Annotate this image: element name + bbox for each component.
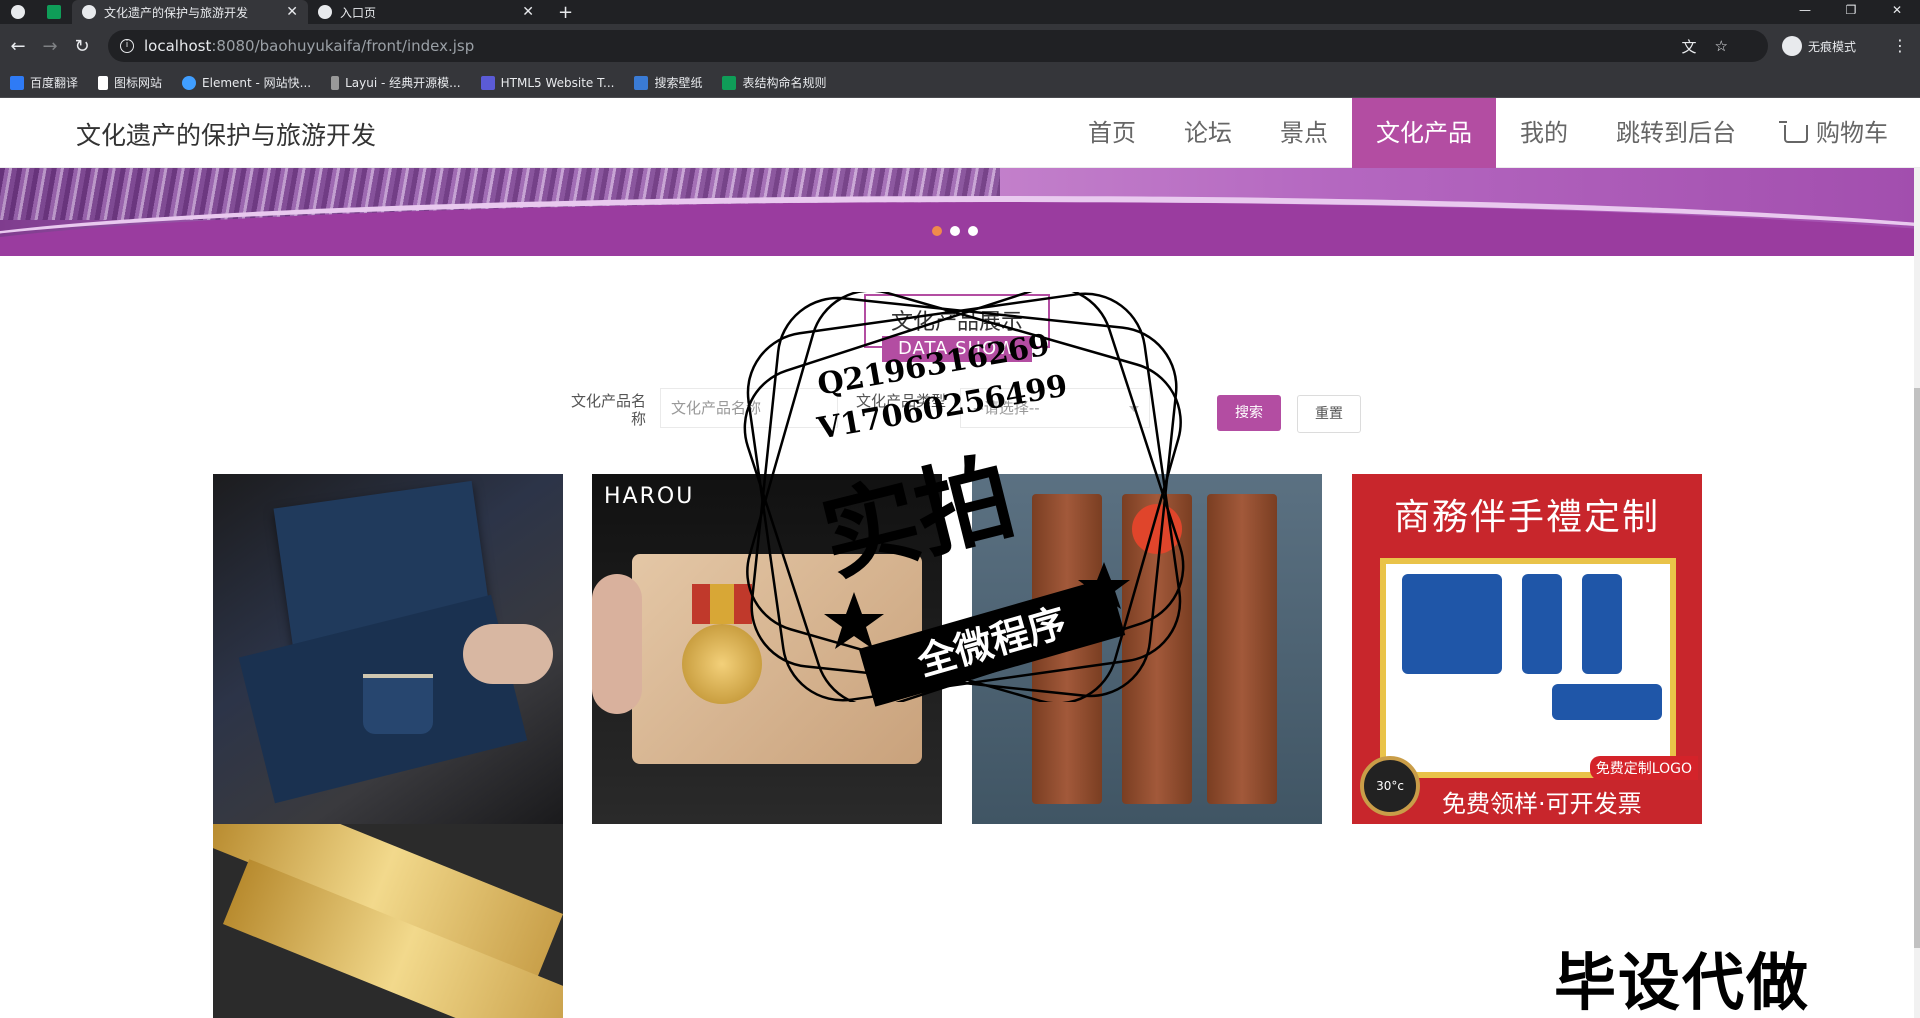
reload-icon[interactable]: ↻ bbox=[66, 36, 98, 57]
carousel-indicators bbox=[932, 226, 978, 236]
sheets-icon bbox=[722, 75, 737, 90]
free-logo-badge: 免费定制LOGO bbox=[1589, 756, 1698, 780]
bookmark-item[interactable]: Element - 网站快... bbox=[182, 74, 311, 91]
bookmark-item[interactable]: HTML5 Website T... bbox=[480, 75, 614, 90]
url-host: localhost bbox=[144, 37, 212, 55]
new-tab-button[interactable]: + bbox=[558, 2, 573, 23]
watermark-corner-text: 毕设代做 bbox=[1554, 946, 1811, 1018]
restore-button[interactable]: ❐ bbox=[1828, 0, 1874, 24]
incognito-icon bbox=[1782, 36, 1802, 56]
product-card-tea-set[interactable] bbox=[213, 474, 563, 824]
globe-icon bbox=[318, 5, 332, 19]
product-name-label: 文化产品名称 bbox=[570, 392, 646, 428]
element-logo-icon bbox=[182, 75, 197, 90]
nav-forum[interactable]: 论坛 bbox=[1160, 98, 1256, 168]
layui-logo-icon bbox=[331, 75, 340, 90]
bookmark-favicon-icon bbox=[10, 75, 24, 90]
url-path: :8080/baohuyukaifa/front/index.jsp bbox=[211, 37, 475, 55]
nav-admin[interactable]: 跳转到后台 bbox=[1592, 98, 1760, 168]
close-tab-icon[interactable]: ✕ bbox=[522, 4, 534, 20]
close-window-button[interactable]: ✕ bbox=[1874, 0, 1920, 24]
hand-image bbox=[463, 624, 553, 684]
nav-cart[interactable]: 购物车 bbox=[1760, 98, 1920, 168]
product-card-gold-bookmarks[interactable] bbox=[213, 824, 563, 1018]
browser-tab[interactable]: 入口页 ✕ bbox=[308, 0, 544, 24]
pinned-tab-sheets[interactable] bbox=[36, 0, 72, 24]
thermos-clock: 30°c bbox=[1360, 756, 1420, 816]
globe-icon bbox=[11, 5, 25, 19]
cup-image bbox=[1582, 574, 1622, 674]
browser-tab-active[interactable]: 文化遗产的保护与旅游开发 ✕ bbox=[72, 0, 308, 24]
hero-banner bbox=[0, 168, 1920, 256]
cart-icon bbox=[1779, 121, 1808, 143]
carousel-dot[interactable] bbox=[950, 226, 960, 236]
translate-icon[interactable]: 文 bbox=[1682, 36, 1697, 57]
bookmark-item[interactable]: 表结构命名规则 bbox=[722, 74, 826, 91]
address-bar-row: ← → ↻ i localhost:8080/baohuyukaifa/fron… bbox=[0, 24, 1920, 68]
bookmark-item[interactable]: 搜索壁纸 bbox=[634, 74, 702, 91]
html5-icon bbox=[480, 75, 495, 90]
bookmark-image bbox=[1207, 494, 1277, 804]
medal-ribbon bbox=[692, 584, 752, 624]
site-header: 文化遗产的保护与旅游开发 首页 论坛 景点 文化产品 我的 跳转到后台 购物车 bbox=[0, 98, 1920, 168]
nav-mine[interactable]: 我的 bbox=[1496, 98, 1592, 168]
incognito-indicator[interactable]: 无痕模式 bbox=[1782, 36, 1856, 56]
site-title: 文化遗产的保护与旅游开发 bbox=[76, 121, 377, 150]
bookmark-item[interactable]: 百度翻译 bbox=[10, 74, 78, 91]
red-sun-image bbox=[1132, 504, 1182, 554]
nav-home[interactable]: 首页 bbox=[1064, 98, 1160, 168]
nav-attractions[interactable]: 景点 bbox=[1256, 98, 1352, 168]
wallpaper-icon bbox=[634, 75, 649, 90]
minimize-button[interactable]: — bbox=[1782, 0, 1828, 24]
search-button[interactable]: 搜索 bbox=[1217, 395, 1281, 431]
info-icon[interactable]: i bbox=[120, 39, 134, 53]
medal-image bbox=[682, 624, 762, 704]
reset-button[interactable]: 重置 bbox=[1297, 395, 1361, 433]
tab-title: 入口页 bbox=[340, 5, 377, 20]
window-controls: — ❐ ✕ bbox=[1782, 0, 1920, 24]
gift-footer-text: 免费领样·可开发票 bbox=[1442, 790, 1642, 818]
sheets-icon bbox=[47, 5, 61, 19]
notebook-image bbox=[1402, 574, 1502, 674]
bookmark-item[interactable]: Layui - 经典开源模... bbox=[331, 74, 461, 91]
pinned-tab[interactable] bbox=[0, 0, 36, 24]
nav-cart-label: 购物车 bbox=[1816, 119, 1888, 147]
carousel-dot-active[interactable] bbox=[932, 226, 942, 236]
flag-icon bbox=[98, 75, 109, 90]
back-arrow-icon[interactable]: ← bbox=[2, 36, 34, 57]
carousel-dot[interactable] bbox=[968, 226, 978, 236]
kebab-menu-icon[interactable]: ⋮ bbox=[1892, 36, 1908, 55]
browser-tab-strip: 文化遗产的保护与旅游开发 ✕ 入口页 ✕ + — ❐ ✕ bbox=[0, 0, 1920, 24]
bookmarks-bar: 百度翻译 图标网站 Element - 网站快... Layui - 经典开源模… bbox=[0, 68, 1920, 98]
nav-cultural-products[interactable]: 文化产品 bbox=[1352, 98, 1496, 168]
incognito-label: 无痕模式 bbox=[1808, 39, 1857, 54]
chevron-down-icon bbox=[1129, 406, 1139, 412]
globe-icon bbox=[82, 5, 96, 19]
product-name-input[interactable]: 文化产品名称 bbox=[660, 388, 838, 428]
hand-image bbox=[592, 574, 642, 714]
scrollbar-thumb[interactable] bbox=[1914, 388, 1920, 948]
tab-title: 文化遗产的保护与旅游开发 bbox=[104, 5, 249, 20]
page-scrollbar[interactable] bbox=[1914, 168, 1920, 1018]
star-icon[interactable]: ☆ bbox=[1715, 37, 1728, 55]
url-input[interactable]: i localhost:8080/baohuyukaifa/front/inde… bbox=[108, 30, 1768, 62]
forward-arrow-icon[interactable]: → bbox=[34, 36, 66, 57]
pen-image bbox=[1522, 574, 1562, 674]
omnibox-actions: 文 ☆ bbox=[1682, 30, 1728, 62]
product-card-business-gift[interactable]: 商務伴手禮定制 30°c 免费定制LOGO 免费领样·可开发票 bbox=[1352, 474, 1702, 824]
brand-logo-text: HAROU bbox=[604, 484, 695, 509]
gift-headline: 商務伴手禮定制 bbox=[1393, 497, 1660, 538]
close-tab-icon[interactable]: ✕ bbox=[286, 4, 298, 20]
usb-image bbox=[1552, 684, 1662, 720]
bookmark-item[interactable]: 图标网站 bbox=[98, 74, 162, 91]
main-nav: 首页 论坛 景点 文化产品 我的 跳转到后台 购物车 bbox=[1064, 98, 1920, 168]
mug-image bbox=[363, 674, 433, 734]
